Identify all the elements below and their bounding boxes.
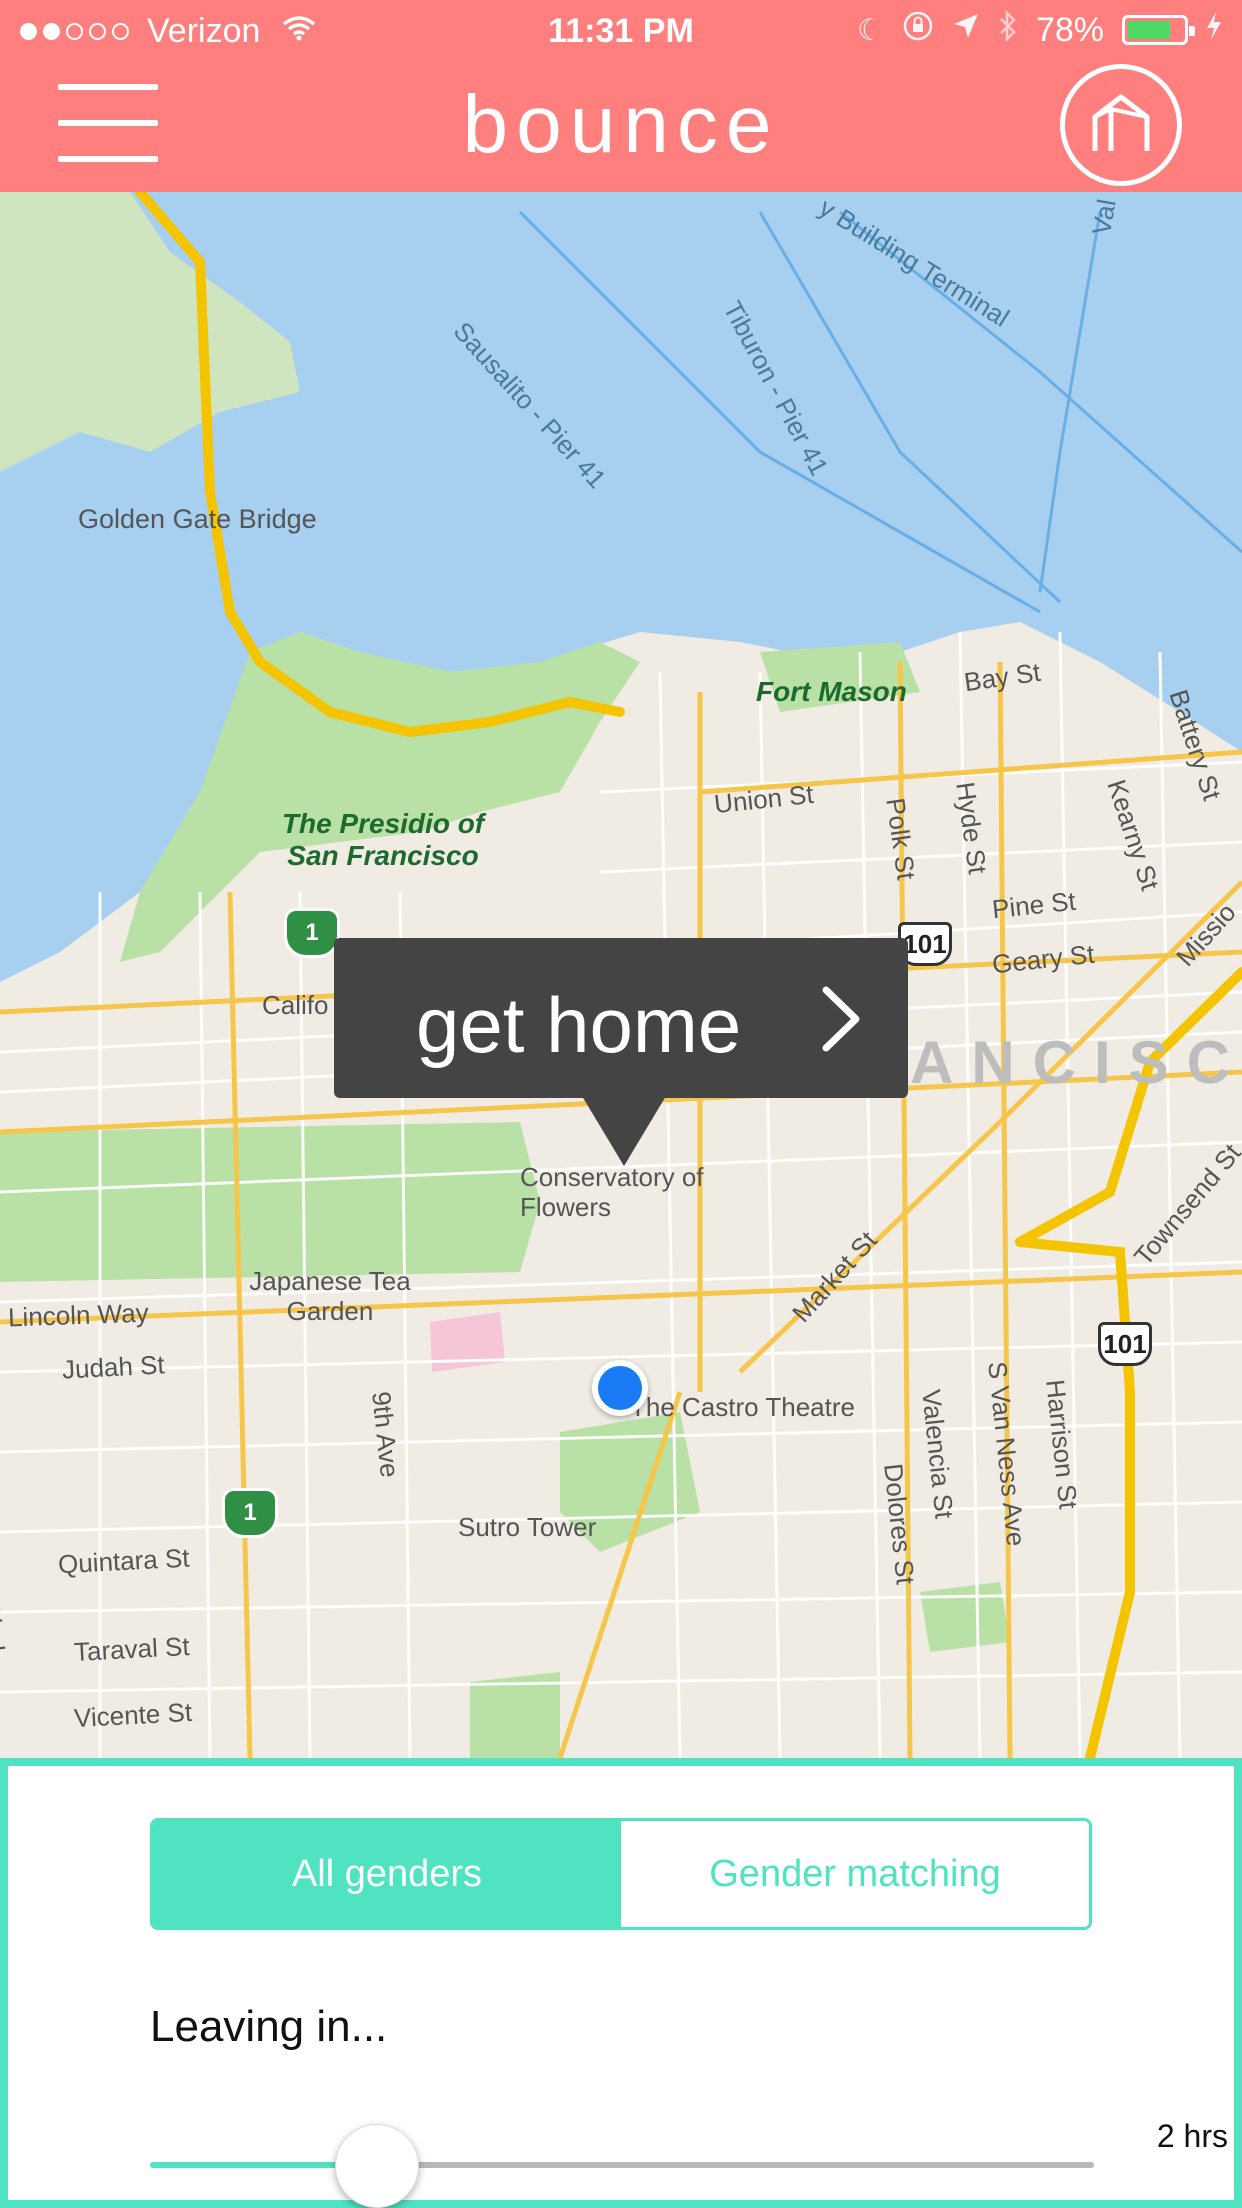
trip-options-panel: All genders Gender matching Leaving in..… bbox=[0, 1758, 1242, 2208]
leaving-in-label: Leaving in... bbox=[150, 2002, 388, 2051]
location-arrow-icon bbox=[952, 12, 980, 48]
map-label-francisco: ANCISC bbox=[910, 1029, 1242, 1096]
map-label-castro-theatre: The Castro Theatre bbox=[630, 1392, 855, 1422]
status-bar: Verizon 11:31 PM ☾ 78% bbox=[0, 0, 1242, 62]
moon-icon: ☾ bbox=[857, 13, 884, 47]
map-label-presidio: The Presidio of San Francisco bbox=[281, 808, 485, 871]
get-home-label: get home bbox=[416, 981, 742, 1069]
leaving-time-slider[interactable] bbox=[150, 2124, 1094, 2208]
map-label-japanese-tea-garden: Japanese Tea Garden bbox=[249, 1266, 411, 1326]
chevron-right-icon bbox=[822, 986, 862, 1052]
orientation-lock-icon bbox=[902, 10, 934, 50]
current-location-dot bbox=[592, 1360, 648, 1416]
slider-value-label: 2 hrs bbox=[1156, 2118, 1228, 2154]
charging-icon bbox=[1206, 11, 1222, 49]
battery-fill bbox=[1128, 21, 1171, 39]
map-view[interactable]: Golden Gate Bridge Sausalito - Pier 41 T… bbox=[0, 192, 1242, 1758]
map-label-lincoln-way: Lincoln Way bbox=[7, 1297, 150, 1333]
segment-gender-matching[interactable]: Gender matching bbox=[621, 1821, 1089, 1927]
map-label-conservatory: Conservatory of Flowers bbox=[520, 1162, 704, 1222]
battery-icon bbox=[1122, 15, 1195, 45]
route-101-shield: 101 bbox=[1098, 1322, 1152, 1366]
app-title: bounce bbox=[462, 79, 780, 170]
slider-track-empty bbox=[377, 2162, 1094, 2168]
get-home-callout[interactable]: get home bbox=[334, 938, 908, 1166]
callout-tail bbox=[582, 1096, 666, 1166]
route-1-shield: 1 bbox=[284, 908, 340, 958]
map-label-judah-st: Judah St bbox=[61, 1349, 166, 1385]
battery-nub bbox=[1189, 26, 1195, 36]
status-right: ☾ 78% bbox=[857, 9, 1222, 50]
gender-segmented-control: All genders Gender matching bbox=[150, 1818, 1092, 1930]
segment-all-genders[interactable]: All genders bbox=[153, 1821, 621, 1927]
bluetooth-icon bbox=[998, 9, 1018, 50]
route-1-shield: 1 bbox=[222, 1488, 278, 1538]
battery-percent: 78% bbox=[1035, 10, 1104, 49]
map-label-vicente-st: Vicente St bbox=[73, 1696, 193, 1734]
map-label-fort-mason: Fort Mason bbox=[756, 676, 907, 707]
map-label-val: Val bbox=[1086, 196, 1122, 238]
map-label-taraval-st: Taraval St bbox=[73, 1630, 191, 1668]
home-icon[interactable] bbox=[1060, 64, 1182, 186]
map-label-golden-gate: Golden Gate Bridge bbox=[78, 504, 317, 534]
map-label-california: Califo bbox=[262, 990, 329, 1020]
slider-thumb[interactable] bbox=[335, 2124, 419, 2208]
app-header: Verizon 11:31 PM ☾ 78% bounce bbox=[0, 0, 1242, 192]
map-label-sutro-tower: Sutro Tower bbox=[458, 1512, 597, 1542]
